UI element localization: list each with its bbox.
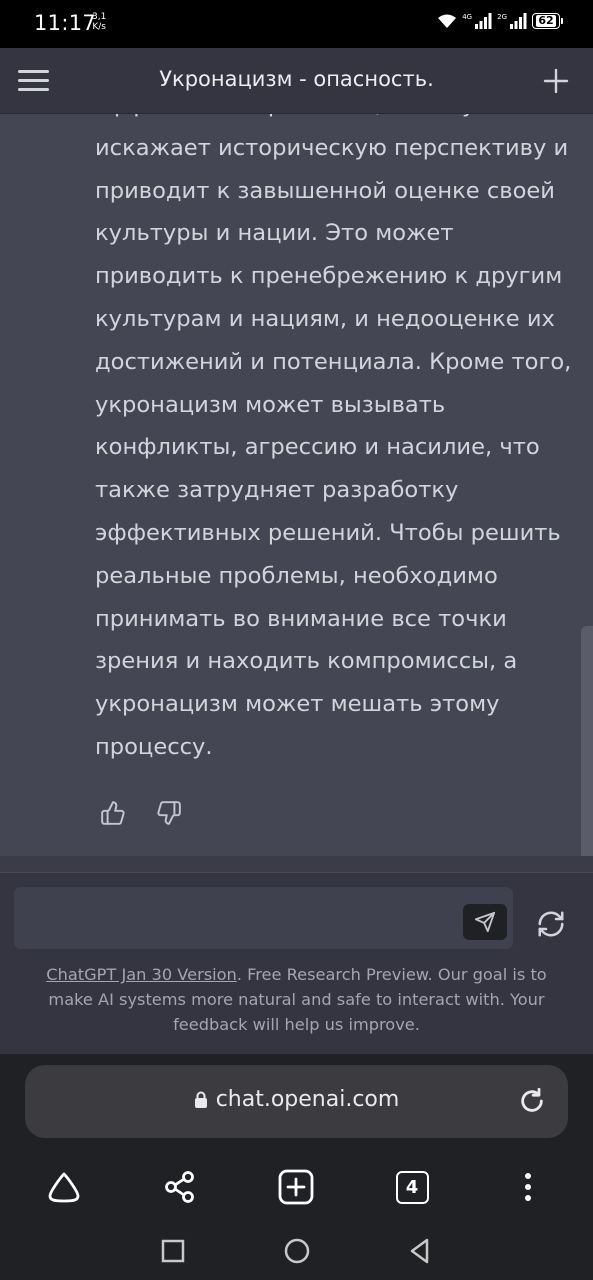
message-input[interactable]: [14, 887, 513, 949]
message-line: зрения и находить компромиссы, а: [95, 648, 518, 675]
home-nav-icon[interactable]: [282, 1236, 312, 1266]
paper-plane-icon: [474, 911, 496, 933]
network-speed-value: 3,1: [92, 12, 107, 22]
more-icon[interactable]: [508, 1167, 548, 1207]
status-bar: 11:17 3,1 K/s 4G 2G 62: [0, 0, 593, 48]
page: 11:17 3,1 K/s 4G 2G 62 искажает историче…: [0, 0, 593, 1280]
message-line: конфликты, агрессию и насилие, что: [95, 434, 540, 461]
send-button[interactable]: [463, 904, 507, 940]
message-line: процессу.: [95, 733, 213, 760]
battery-icon: 62: [532, 13, 560, 29]
home-icon[interactable]: [44, 1167, 84, 1207]
assistant-message: эффективных решений, потому что он искажа…: [0, 114, 593, 856]
divider: [0, 856, 593, 872]
address-bar[interactable]: chat.openai.com: [25, 1065, 568, 1138]
conversation-title: Укронацизм - опасность.: [159, 67, 434, 91]
wifi-icon: [438, 14, 457, 28]
share-icon[interactable]: [160, 1167, 200, 1207]
scrollbar-thumb[interactable]: [581, 626, 593, 856]
composer: ChatGPT Jan 30 Version. Free Research Pr…: [0, 872, 593, 1054]
message-line: реальные проблемы, необходимо: [95, 562, 498, 589]
network-type-1: 4G: [462, 13, 473, 21]
battery-level: 62: [536, 14, 556, 27]
tab-count: 4: [395, 1170, 429, 1204]
message-line: эффективных решений. Чтобы решить: [95, 519, 561, 546]
message-text: эффективных решений, потому что он искажа…: [95, 114, 572, 769]
feedback-buttons: [100, 800, 182, 826]
battery-indicator: 62: [532, 13, 563, 29]
status-icons: 4G 2G 62: [437, 13, 563, 29]
reload-icon[interactable]: [518, 1087, 546, 1115]
message-line: культурам и нациям, и недооценке их: [95, 305, 555, 332]
thumbs-up-icon[interactable]: [100, 800, 126, 826]
url-text: chat.openai.com: [215, 1087, 400, 1112]
signal-icon-2: [510, 13, 527, 29]
recents-icon[interactable]: [158, 1236, 188, 1266]
message-line: принимать во внимание все точки: [95, 605, 507, 632]
plus-icon[interactable]: [543, 68, 569, 94]
message-line: также затрудняет разработку: [95, 477, 459, 504]
version-link[interactable]: ChatGPT Jan 30 Version: [46, 965, 237, 984]
message-line: укронацизм может мешать этому: [95, 691, 500, 718]
network-type-2: 2G: [497, 13, 507, 21]
disclaimer: ChatGPT Jan 30 Version. Free Research Pr…: [24, 962, 569, 1037]
system-nav-bar: [0, 1224, 593, 1280]
message-line: достижений и потенциала. Кроме того,: [95, 348, 572, 375]
lock-icon: [194, 1091, 207, 1108]
thumbs-down-icon[interactable]: [156, 800, 182, 826]
network-speed: 3,1 K/s: [92, 12, 106, 32]
message-line: укронацизм может вызывать: [95, 391, 446, 418]
back-icon[interactable]: [405, 1236, 435, 1266]
refresh-icon[interactable]: [536, 909, 566, 939]
status-time: 11:17: [34, 11, 97, 35]
browser-toolbar: chat.openai.com 4: [0, 1054, 593, 1280]
message-line: культуры и нации. Это может: [95, 220, 454, 247]
hamburger-menu-icon[interactable]: [18, 68, 50, 94]
message-line: приводить к пренебрежению к другим: [95, 263, 563, 290]
message-line: приводит к завышенной оценке своей: [95, 177, 555, 204]
message-line: искажает историческую перспективу и: [95, 134, 569, 161]
tabs-icon[interactable]: 4: [392, 1167, 432, 1207]
app-header: Укронацизм - опасность.: [0, 48, 593, 114]
browser-nav: 4: [0, 1159, 593, 1219]
network-speed-unit: K/s: [92, 22, 106, 32]
new-tab-icon[interactable]: [276, 1167, 316, 1207]
signal-icon: [475, 13, 492, 29]
message-line: эффективных решений, потому что он: [95, 114, 565, 127]
